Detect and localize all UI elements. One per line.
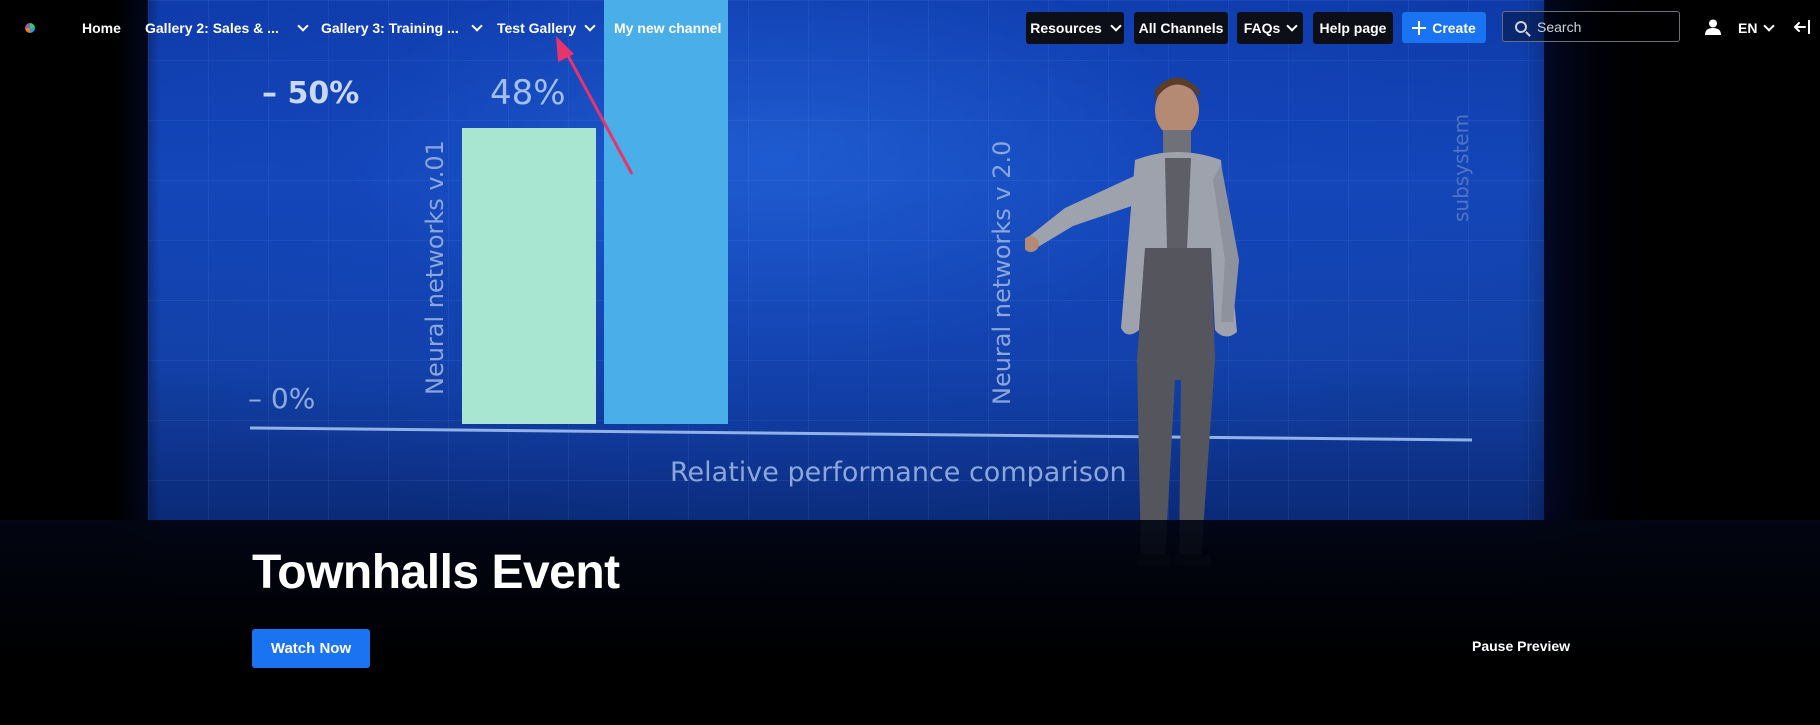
watch-now-label: Watch Now [270, 640, 352, 657]
language-selector[interactable]: EN [1738, 17, 1776, 39]
chevron-down-icon [584, 20, 596, 32]
slide-bar-1 [462, 128, 596, 424]
search-input[interactable] [1535, 17, 1679, 36]
language-label: EN [1738, 20, 1758, 36]
create-button-label: Create [1432, 19, 1476, 36]
search-box [1502, 11, 1680, 42]
slide-tick-low: – 0% [248, 382, 315, 415]
plus-icon [1412, 20, 1427, 35]
nav-my-new-channel-label: My new channel [614, 20, 722, 36]
nav-test-gallery[interactable]: Test Gallery [497, 17, 596, 39]
pause-preview-button[interactable]: Pause Preview [1472, 638, 1570, 654]
nav-test-gallery-label: Test Gallery [497, 20, 577, 36]
chevron-down-icon [471, 20, 483, 32]
hero-video-preview: – 50% – 0% 48% Neural networks v.01 Neur… [0, 0, 1820, 725]
nav-my-new-channel[interactable]: My new channel [614, 17, 721, 39]
chevron-down-icon [1286, 20, 1298, 32]
chevron-down-icon [297, 20, 309, 32]
sign-out-icon[interactable] [1793, 18, 1811, 36]
watch-now-button[interactable]: Watch Now [252, 629, 370, 668]
nav-gallery-2[interactable]: Gallery 2: Sales & ... [145, 17, 309, 39]
nav-home-label: Home [82, 20, 121, 36]
nav-all-channels-label: All Channels [1138, 20, 1224, 36]
user-icon[interactable] [1705, 19, 1721, 35]
nav-faqs-label: FAQs [1243, 20, 1281, 36]
nav-gallery-2-label: Gallery 2: Sales & ... [145, 20, 279, 36]
chevron-down-icon [1763, 20, 1776, 32]
nav-all-channels[interactable]: All Channels [1134, 12, 1228, 44]
nav-home[interactable]: Home [82, 17, 121, 39]
nav-resources-label: Resources [1030, 20, 1102, 36]
slide-tick-high: – 50% [262, 76, 359, 111]
site-logo[interactable] [25, 23, 35, 33]
presenter-figure [1025, 77, 1239, 566]
hero-title: Townhalls Event [252, 546, 620, 599]
page: – 50% – 0% 48% Neural networks v.01 Neur… [0, 0, 1820, 725]
nav-gallery-3[interactable]: Gallery 3: Training ... [321, 17, 483, 39]
nav-resources[interactable]: Resources [1026, 12, 1124, 44]
create-button[interactable]: Create [1402, 12, 1486, 43]
search-icon [1515, 20, 1527, 33]
top-navigation: Home Gallery 2: Sales & ... Gallery 3: T… [0, 0, 1820, 56]
nav-faqs[interactable]: FAQs [1237, 12, 1303, 44]
nav-help-page-label: Help page [1319, 20, 1387, 36]
nav-help-page[interactable]: Help page [1313, 12, 1393, 44]
nav-gallery-3-label: Gallery 3: Training ... [321, 20, 459, 36]
slide-bar-2 [604, 0, 728, 424]
slide-bar-value: 48% [490, 73, 566, 113]
slide-bar1-label: Neural networks v.01 [421, 140, 449, 395]
slide-side-label: subsystem [1449, 114, 1473, 222]
slide-bar2-label: Neural networks v 2.0 [988, 141, 1016, 405]
chevron-down-icon [1110, 20, 1122, 32]
